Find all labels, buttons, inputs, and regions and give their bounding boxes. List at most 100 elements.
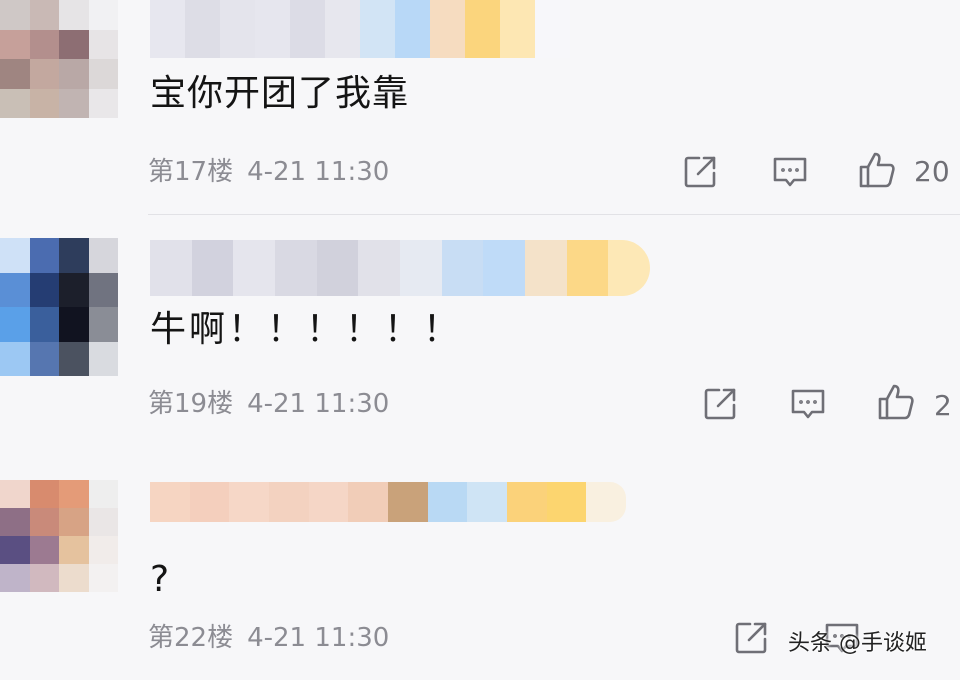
avatar[interactable] (0, 480, 118, 592)
mosaic-pixel (29, 307, 59, 342)
mosaic-pixel (395, 0, 430, 58)
mosaic-pixel (59, 272, 89, 307)
comment-icon (773, 157, 807, 187)
mosaic-pixel (427, 482, 468, 522)
mosaic-pixel (0, 564, 30, 592)
mosaic-pixel (269, 482, 309, 522)
mosaic-pixel (29, 341, 59, 376)
mosaic-pixel (0, 508, 30, 536)
mosaic-pixel (88, 0, 118, 30)
floor-number: 第22楼 (148, 623, 234, 653)
mosaic-pixel (150, 240, 192, 296)
mosaic-pixel (59, 508, 89, 536)
mosaic-pixel (88, 59, 118, 89)
mosaic-pixel (88, 307, 118, 342)
mosaic-pixel (290, 0, 325, 58)
mosaic-pixel (255, 0, 290, 58)
mosaic-pixel (59, 564, 89, 592)
avatar[interactable] (0, 0, 118, 118)
share-icon (684, 156, 716, 188)
mosaic-pixel (59, 88, 89, 118)
mosaic-pixel (88, 341, 118, 376)
mosaic-pixel (29, 564, 59, 592)
mosaic-pixel (59, 59, 89, 89)
username-blurred[interactable] (150, 482, 626, 522)
mosaic-pixel (233, 240, 276, 296)
mosaic-pixel (29, 59, 59, 89)
mosaic-pixel (430, 0, 465, 58)
comment-text: 宝你开团了我靠 (150, 73, 410, 114)
mosaic-pixel (500, 0, 535, 58)
mosaic-pixel (59, 480, 89, 508)
like-button[interactable] (876, 382, 916, 422)
comment-text: 牛啊！！！！！！ (150, 309, 463, 350)
share-button[interactable] (700, 384, 740, 424)
mosaic-pixel (88, 29, 118, 59)
mosaic-pixel (525, 240, 567, 296)
mosaic-pixel (0, 238, 30, 273)
mosaic-pixel (88, 480, 118, 508)
like-button[interactable] (857, 150, 897, 190)
mosaic-pixel (150, 482, 190, 522)
comment-text: ? (150, 559, 171, 600)
comment-icon (791, 389, 825, 419)
mosaic-pixel (88, 508, 118, 536)
mosaic-pixel (316, 240, 359, 296)
mosaic-pixel (0, 536, 30, 564)
comment-item: 宝你开团了我靠 第17楼 4-21 11:30 20 (0, 0, 960, 215)
mosaic-pixel (29, 29, 59, 59)
mosaic-pixel (325, 0, 360, 58)
comment-thread: 宝你开团了我靠 第17楼 4-21 11:30 20 牛啊！！！！！！ 第19楼… (0, 0, 960, 680)
timestamp: 4-21 11:30 (247, 389, 390, 419)
comment-meta: 第22楼 4-21 11:30 (148, 622, 389, 654)
mosaic-pixel (465, 0, 500, 58)
avatar[interactable] (0, 238, 118, 376)
mosaic-pixel (358, 240, 401, 296)
floor-number: 第19楼 (148, 389, 234, 419)
mosaic-pixel (189, 482, 230, 522)
watermark: 头条 @手谈姬 (788, 631, 927, 656)
share-icon (704, 388, 736, 420)
mosaic-pixel (483, 240, 526, 296)
mosaic-pixel (29, 536, 59, 564)
mosaic-pixel (360, 0, 395, 58)
reply-button[interactable] (770, 152, 810, 192)
mosaic-pixel (0, 59, 30, 89)
mosaic-pixel (29, 480, 59, 508)
mosaic-pixel (29, 88, 59, 118)
mosaic-pixel (275, 240, 317, 296)
comment-meta: 第17楼 4-21 11:30 (148, 156, 389, 188)
mosaic-pixel (388, 482, 428, 522)
mosaic-pixel (441, 240, 484, 296)
mosaic-pixel (0, 88, 30, 118)
mosaic-pixel (150, 0, 185, 58)
like-count: 2 (934, 389, 952, 422)
mosaic-pixel (566, 240, 609, 296)
thumbs-up-icon (878, 384, 914, 420)
mosaic-pixel (88, 88, 118, 118)
mosaic-pixel (29, 272, 59, 307)
mosaic-pixel (59, 29, 89, 59)
username-blurred[interactable] (150, 240, 650, 296)
share-button[interactable] (731, 618, 771, 658)
mosaic-pixel (0, 272, 30, 307)
comment-item: 牛啊！！！！！！ 第19楼 4-21 11:30 2 (0, 218, 960, 450)
mosaic-pixel (59, 0, 89, 30)
mosaic-pixel (220, 0, 255, 58)
comment-meta: 第19楼 4-21 11:30 (148, 388, 389, 420)
mosaic-pixel (185, 0, 220, 58)
mosaic-pixel (59, 238, 89, 273)
mosaic-pixel (191, 240, 234, 296)
mosaic-pixel (467, 482, 508, 522)
mosaic-pixel (29, 0, 59, 30)
username-blurred[interactable] (150, 0, 570, 58)
share-button[interactable] (680, 152, 720, 192)
mosaic-pixel (308, 482, 349, 522)
mosaic-pixel (59, 341, 89, 376)
mosaic-pixel (88, 238, 118, 273)
reply-button[interactable] (788, 384, 828, 424)
timestamp: 4-21 11:30 (247, 157, 390, 187)
mosaic-pixel (59, 536, 89, 564)
timestamp: 4-21 11:30 (247, 623, 390, 653)
mosaic-pixel (0, 0, 30, 30)
